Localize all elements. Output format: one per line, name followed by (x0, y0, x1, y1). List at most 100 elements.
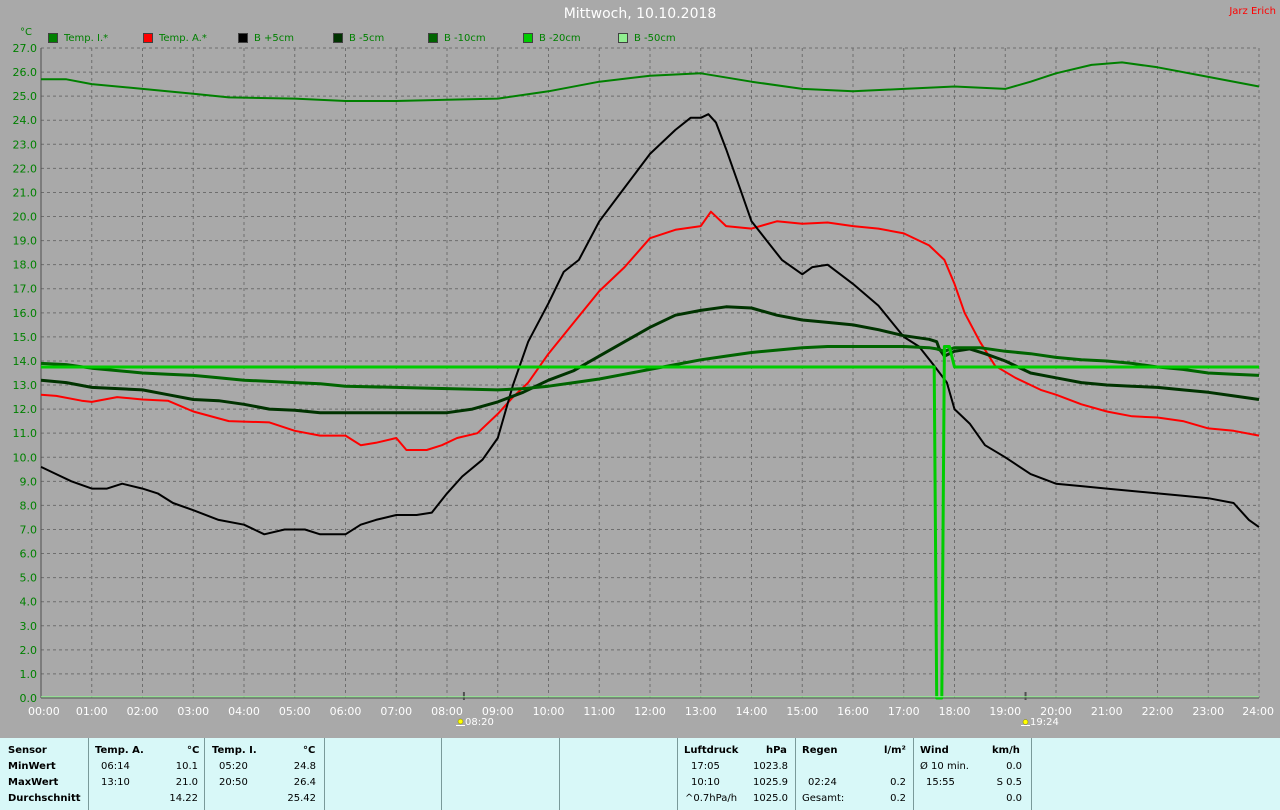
temp-i-max-time: 20:50 (219, 777, 248, 788)
y-tick-label: 15.0 (13, 331, 38, 344)
y-tick-label: 4.0 (20, 596, 38, 609)
legend-item-b-minus5[interactable]: B -5cm (333, 31, 384, 45)
y-tick-label: 18.0 (13, 259, 38, 272)
x-tick-label: 07:00 (380, 705, 412, 718)
temp-a-header: Temp. A. (95, 745, 144, 756)
sunrise-marker: 08:20 (456, 717, 494, 728)
y-tick-label: 3.0 (20, 620, 38, 633)
legend-item-b-minus20[interactable]: B -20cm (523, 31, 581, 45)
x-tick-label: 11:00 (583, 705, 615, 718)
legend-label: B -20cm (539, 32, 581, 44)
temperature-chart: 0.0 1.0 2.0 3.0 4.0 5.0 6.0 7.0 8.0 9.0 10.0 11.0 12… (13, 42, 1275, 718)
legend-item-b-plus5[interactable]: B +5cm (238, 31, 294, 45)
y-tick-label: 20.0 (13, 211, 38, 224)
temp-a-max-time: 13:10 (101, 777, 130, 788)
x-tick-label: 23:00 (1192, 705, 1224, 718)
legend-label: Temp. A.* (159, 32, 207, 44)
y-tick-label: 14.0 (13, 355, 38, 368)
y-tick-label: 17.0 (13, 283, 38, 296)
x-tick-label: 21:00 (1091, 705, 1123, 718)
luftdruck-unit: hPa (766, 745, 787, 756)
y-tick-label: 26.0 (13, 66, 38, 79)
wind-avg-day-value: 0.0 (1006, 793, 1022, 804)
divider (324, 738, 325, 810)
x-tick-label: 15:00 (786, 705, 818, 718)
x-tick-label: 10:00 (533, 705, 565, 718)
x-tick-label: 18:00 (939, 705, 971, 718)
y-tick-label: 21.0 (13, 186, 38, 199)
legend-item-b-minus50[interactable]: B -50cm (618, 31, 676, 45)
regen-total-value: 0.2 (890, 793, 906, 804)
sunset-time: 19:24 (1030, 717, 1059, 728)
luftdruck-min-value: 1023.8 (753, 761, 788, 772)
sensor-header: Sensor (8, 745, 47, 756)
y-tick-label: 27.0 (13, 42, 38, 55)
sunset-marker: 19:24 (1021, 717, 1059, 728)
divider (441, 738, 442, 810)
legend-swatch (238, 33, 248, 43)
legend-swatch (618, 33, 628, 43)
y-tick-label: 13.0 (13, 379, 38, 392)
x-tick-label: 02:00 (127, 705, 159, 718)
temp-i-unit: °C (303, 745, 316, 756)
chart-grid (40, 47, 1260, 699)
x-tick-label: 24:00 (1242, 705, 1274, 718)
y-tick-label: 2.0 (20, 644, 38, 657)
row-label-min: MinWert (8, 761, 56, 772)
y-tick-label: 22.0 (13, 162, 38, 175)
y-tick-label: 10.0 (13, 451, 38, 464)
divider (88, 738, 89, 810)
statistics-panel: Sensor Temp. A. °C Temp. I. °C Luftdruck… (0, 738, 1280, 810)
luftdruck-min-time: 17:05 (691, 761, 720, 772)
temp-i-avg-value: 25.42 (287, 793, 316, 804)
x-tick-label: 04:00 (228, 705, 260, 718)
luftdruck-max-value: 1025.9 (753, 777, 788, 788)
legend-swatch (428, 33, 438, 43)
legend-item-b-minus10[interactable]: B -10cm (428, 31, 486, 45)
y-tick-label: 25.0 (13, 90, 38, 103)
y-tick-label: 5.0 (20, 572, 38, 585)
temp-a-unit: °C (187, 745, 200, 756)
divider (204, 738, 205, 810)
regen-max-time: 02:24 (808, 777, 837, 788)
x-tick-label: 03:00 (177, 705, 209, 718)
y-tick-label: 16.0 (13, 307, 38, 320)
y-tick-label: 8.0 (20, 499, 38, 512)
divider (913, 738, 914, 810)
x-tick-label: 05:00 (279, 705, 311, 718)
row-label-max: MaxWert (8, 777, 59, 788)
wind-avg-label: Ø 10 min. (920, 761, 969, 772)
wind-avg-value: 0.0 (1006, 761, 1022, 772)
y-tick-label: 7.0 (20, 523, 38, 536)
legend-swatch (48, 33, 58, 43)
legend-swatch (333, 33, 343, 43)
temp-i-min-value: 24.8 (293, 761, 316, 772)
divider (559, 738, 560, 810)
temp-i-header: Temp. I. (212, 745, 257, 756)
temp-a-min-time: 06:14 (101, 761, 130, 772)
y-axis: 0.0 1.0 2.0 3.0 4.0 5.0 6.0 7.0 8.0 9.0 10.0 11.0 12… (13, 42, 38, 705)
legend-swatch (143, 33, 153, 43)
x-axis: 00:00 01:00 02:00 03:00 04:00 05:00 06:00 07:00… (28, 692, 1274, 718)
temp-a-min-value: 10.1 (175, 761, 198, 772)
legend-item-temp-a[interactable]: Temp. A.* (143, 31, 207, 45)
luftdruck-trend: ^0.7hPa/h (685, 793, 738, 804)
legend-label: Temp. I.* (64, 32, 109, 44)
wind-max-time: 15:55 (926, 777, 955, 788)
y-tick-label: 12.0 (13, 403, 38, 416)
legend-swatch (523, 33, 533, 43)
x-tick-label: 13:00 (685, 705, 717, 718)
x-tick-label: 01:00 (76, 705, 108, 718)
y-tick-label: 23.0 (13, 138, 38, 151)
wind-unit: km/h (992, 745, 1020, 756)
y-tick-label: 24.0 (13, 114, 38, 127)
luftdruck-header: Luftdruck (684, 745, 739, 756)
x-tick-label: 06:00 (330, 705, 362, 718)
temp-i-min-time: 05:20 (219, 761, 248, 772)
y-tick-label: 19.0 (13, 235, 38, 248)
legend-item-temp-i[interactable]: Temp. I.* (48, 31, 108, 45)
sunrise-time: 08:20 (465, 717, 494, 728)
y-tick-label: 9.0 (20, 475, 38, 488)
divider (677, 738, 678, 810)
y-tick-label: 6.0 (20, 548, 38, 561)
